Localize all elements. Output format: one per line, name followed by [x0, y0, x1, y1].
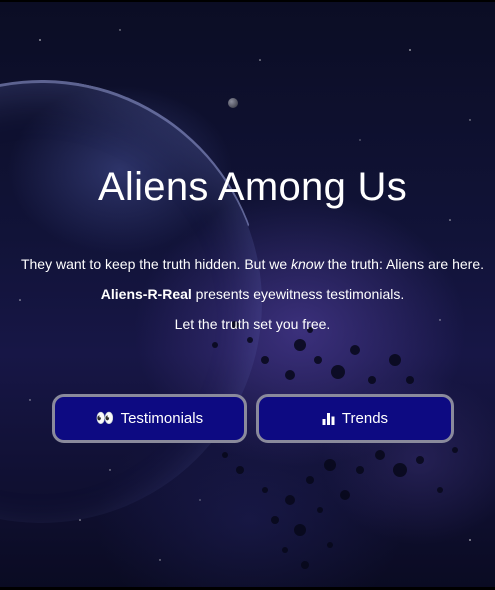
testimonials-button[interactable]: 👀 Testimonials — [52, 394, 247, 443]
eyes-icon: 👀 — [95, 410, 115, 427]
tagline-line-1: They want to keep the truth hidden. But … — [0, 256, 495, 272]
tagline-emphasis: know — [291, 256, 324, 272]
tagline-line-2-rest: presents eyewitness testimonials. — [191, 286, 405, 302]
bar-chart-icon — [322, 413, 335, 425]
trends-button[interactable]: Trends — [256, 394, 454, 443]
tagline-line-2: Aliens-R-Real presents eyewitness testim… — [0, 286, 495, 302]
tagline-line-1-start: They want to keep the truth hidden. But … — [20, 256, 292, 272]
tagline-line-1-end: the truth: Aliens are here. — [323, 256, 485, 272]
tagline-line-3: Let the truth set you free. — [174, 316, 331, 332]
page-title: Aliens Among Us — [97, 165, 408, 209]
testimonials-button-label: Testimonials — [120, 410, 204, 427]
brand-name: Aliens-R-Real — [100, 286, 192, 302]
page-background: Aliens Among Us They want to keep the tr… — [0, 0, 495, 590]
trends-button-label: Trends — [341, 410, 389, 427]
